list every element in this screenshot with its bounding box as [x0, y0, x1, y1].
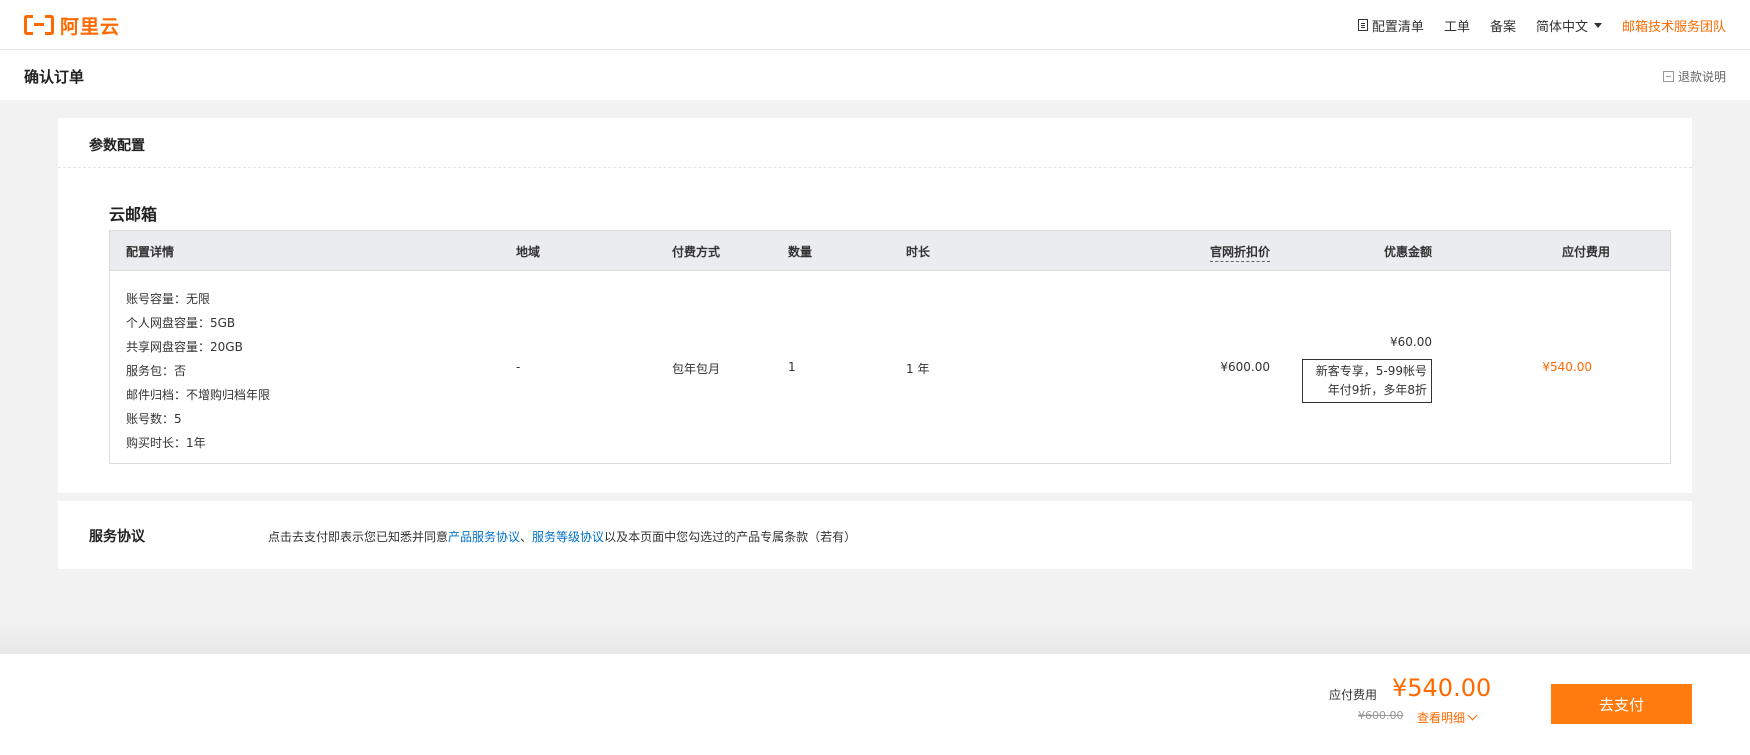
cell-region: - — [516, 360, 521, 374]
logo-text: 阿里云 — [60, 15, 121, 38]
refund-info-link[interactable]: 退款说明 — [1662, 68, 1726, 85]
table-row: 账号容量：无限 个人网盘容量：5GB 共享网盘容量：20GB 服务包：否 邮件归… — [110, 271, 1670, 463]
col-config: 配置详情 — [126, 245, 175, 259]
config-item: 共享网盘容量：20GB — [126, 340, 243, 354]
service-level-agreement-link[interactable]: 服务等级协议 — [532, 530, 604, 544]
checkout-footer: 应付费用 ¥540.00 ¥600.00 查看明细 去支付 — [0, 654, 1750, 755]
nav-config-list-label: 配置清单 — [1371, 19, 1424, 35]
config-item: 个人网盘容量：5GB — [126, 316, 236, 330]
caret-down-icon — [1593, 22, 1602, 28]
config-item: 账号容量：无限 — [126, 292, 211, 306]
collapse-box-icon — [1662, 71, 1674, 82]
config-section-title: 参数配置 — [58, 118, 1692, 168]
nav-team-label: 邮箱技术服务团队 — [1621, 19, 1726, 35]
view-details-label: 查看明细 — [1417, 711, 1466, 725]
nav-filing-label: 备案 — [1489, 19, 1516, 35]
config-section: 参数配置 云邮箱 配置详情 地域 付费方式 数量 时长 官网折扣价 优惠金额 应… — [58, 118, 1692, 493]
config-item: 账号数：5 — [126, 412, 182, 426]
discount-note-line: 年付9折，多年8折 — [1327, 383, 1427, 397]
chevron-down-icon — [1467, 710, 1478, 721]
cell-official-price: ¥600.00 — [1220, 360, 1270, 374]
cell-quantity: 1 — [788, 360, 796, 374]
agreement-label: 服务协议 — [89, 529, 145, 545]
nav-config-list[interactable]: 配置清单 — [1357, 16, 1424, 35]
cell-payable: ¥540.00 — [1542, 360, 1592, 374]
page-title: 确认订单 — [24, 68, 85, 86]
footer-divider — [0, 620, 1750, 654]
fee-original-price: ¥600.00 — [1358, 709, 1404, 722]
top-nav: 配置清单 工单 备案 简体中文 邮箱技术服务团队 — [1357, 0, 1726, 50]
table-header: 配置详情 地域 付费方式 数量 时长 官网折扣价 优惠金额 应付费用 — [110, 231, 1670, 271]
col-region: 地域 — [516, 245, 541, 259]
cell-duration: 1 年 — [906, 362, 930, 376]
fee-total: ¥540.00 — [1392, 674, 1492, 702]
agreement-text: 点击去支付即表示您已知悉并同意产品服务协议、服务等级协议以及本页面中您勾选过的产… — [268, 528, 856, 545]
document-icon — [1357, 19, 1368, 31]
view-details-link[interactable]: 查看明细 — [1417, 709, 1478, 726]
cell-payment: 包年包月 — [672, 362, 721, 376]
col-quantity: 数量 — [788, 245, 813, 259]
col-payment: 付费方式 — [672, 245, 721, 259]
product-service-agreement-link[interactable]: 产品服务协议 — [448, 530, 520, 544]
aliyun-logo-icon — [24, 15, 54, 35]
col-payable: 应付费用 — [1561, 245, 1610, 259]
language-selector[interactable]: 简体中文 — [1536, 16, 1602, 35]
order-table: 配置详情 地域 付费方式 数量 时长 官网折扣价 优惠金额 应付费用 账号容量：… — [109, 230, 1671, 464]
nav-team-link[interactable]: 邮箱技术服务团队 — [1622, 16, 1726, 35]
language-label: 简体中文 — [1535, 19, 1588, 35]
nav-ticket[interactable]: 工单 — [1444, 16, 1470, 35]
top-bar: 阿里云 配置清单 工单 备案 简体中文 邮箱技术服务团队 — [0, 0, 1750, 50]
config-item: 服务包：否 — [126, 364, 187, 378]
nav-filing[interactable]: 备案 — [1490, 16, 1516, 35]
discount-note-tag: 新客专享，5-99帐号 年付9折，多年8折 — [1302, 359, 1432, 403]
nav-ticket-label: 工单 — [1443, 19, 1470, 35]
refund-label: 退款说明 — [1677, 70, 1726, 84]
product-title: 云邮箱 — [109, 205, 158, 224]
fee-label: 应付费用 — [1329, 688, 1378, 702]
config-item: 购买时长：1年 — [126, 436, 206, 450]
config-detail-list: 账号容量：无限 个人网盘容量：5GB 共享网盘容量：20GB 服务包：否 邮件归… — [126, 287, 270, 455]
col-discount: 优惠金额 — [1383, 245, 1432, 259]
title-bar: 确认订单 退款说明 — [0, 50, 1750, 100]
agreement-section: 服务协议 点击去支付即表示您已知悉并同意产品服务协议、服务等级协议以及本页面中您… — [58, 501, 1692, 569]
config-item: 邮件归档：不增购归档年限 — [126, 388, 271, 402]
agreement-separator: 、 — [520, 530, 533, 544]
discount-note-line: 新客专享，5-99帐号 — [1315, 364, 1427, 378]
aliyun-logo[interactable]: 阿里云 — [24, 12, 120, 38]
agreement-text-before: 点击去支付即表示您已知悉并同意 — [268, 530, 449, 544]
pay-button[interactable]: 去支付 — [1551, 684, 1692, 724]
cell-discount-amount: ¥60.00 — [1390, 335, 1432, 349]
col-official-price[interactable]: 官网折扣价 — [1209, 243, 1270, 262]
col-duration: 时长 — [906, 245, 931, 259]
agreement-text-after: 以及本页面中您勾选过的产品专属条款（若有） — [604, 530, 857, 544]
